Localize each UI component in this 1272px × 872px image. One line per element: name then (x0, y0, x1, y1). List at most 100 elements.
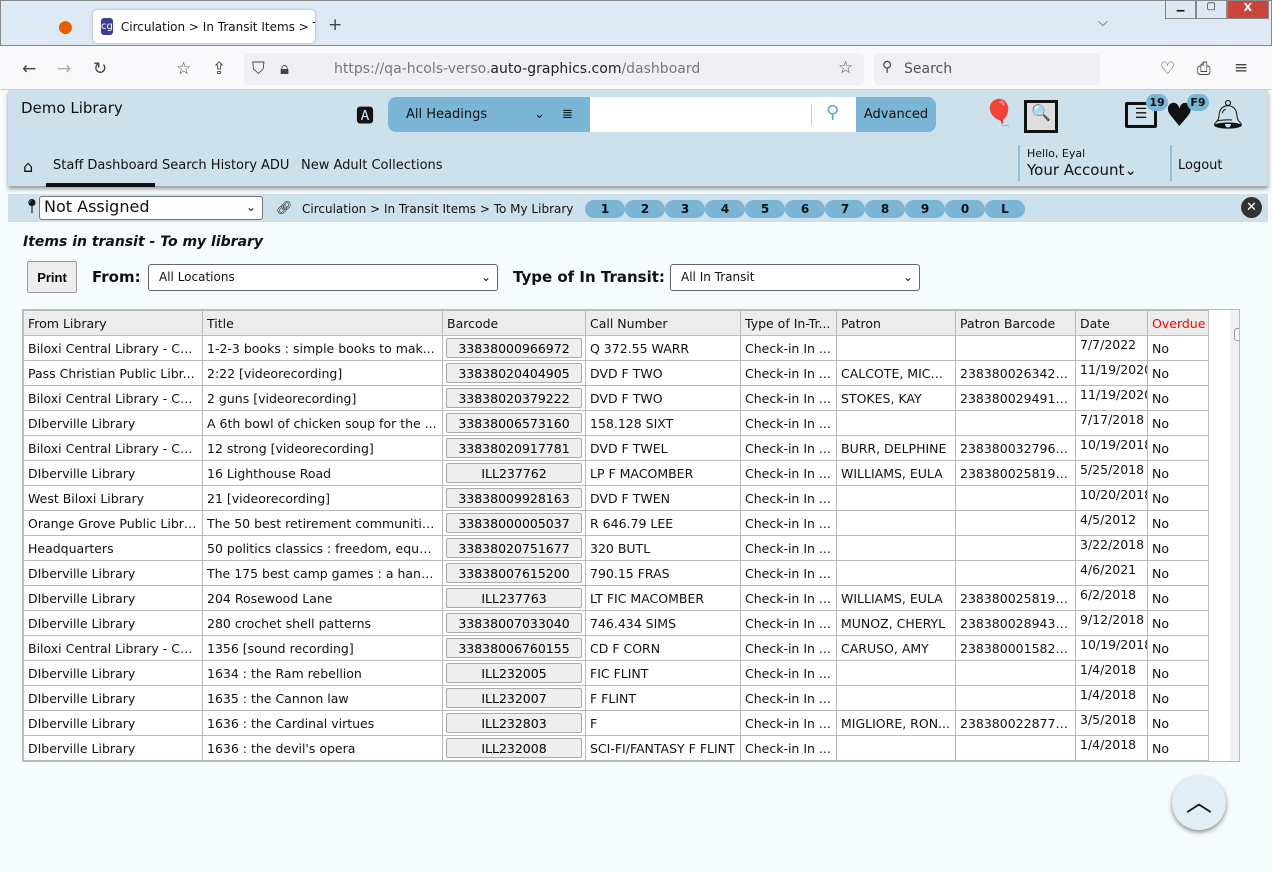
table-row[interactable]: DIberville Library 1634 : the Ram rebelli… (23, 660, 1209, 686)
overdue-cell: No (1147, 360, 1209, 386)
url-bar[interactable]: https://qa-hcols-verso.auto-graphics.com… (244, 53, 864, 85)
star-icon[interactable]: ☆ (838, 58, 853, 78)
quick-key-8[interactable]: 8 (865, 200, 905, 218)
type-select[interactable]: All In Transit ⌄ (670, 264, 920, 291)
table-row[interactable]: DIberville Library 1636 : the Cardinal vi… (23, 710, 1209, 736)
column-header[interactable]: Date (1075, 310, 1148, 336)
table-row[interactable]: DIberville Library The 175 best camp game… (23, 560, 1209, 586)
barcode-button[interactable]: ILL232803 (446, 713, 582, 733)
from-select[interactable]: All Locations ⌄ (148, 264, 498, 291)
forward-icon[interactable]: → (57, 59, 71, 79)
quick-key-1[interactable]: 1 (585, 200, 625, 218)
barcode-button[interactable]: 33838000966972 (446, 338, 582, 358)
tab-list-chevron-icon[interactable]: ⌵ (1098, 15, 1108, 30)
maximize-icon[interactable]: ▢ (1195, 0, 1227, 19)
barcode-button[interactable]: ILL232005 (446, 663, 582, 683)
quick-key-3[interactable]: 3 (665, 200, 705, 218)
quick-key-2[interactable]: 2 (625, 200, 665, 218)
search-icon[interactable]: ⚲ (826, 102, 839, 123)
column-header[interactable]: Patron Barcode (955, 310, 1076, 336)
column-header[interactable]: Type of In-Tr... (740, 310, 837, 336)
barcode-button[interactable]: 33838020917781 (446, 438, 582, 458)
column-header[interactable]: Call Number (585, 310, 741, 336)
barcode-button[interactable]: 33838007033040 (446, 613, 582, 633)
home-icon[interactable]: ⌂ (23, 157, 33, 176)
shield-icon[interactable]: ⛉ (252, 59, 265, 79)
new-tab-icon[interactable]: + (328, 15, 342, 35)
nav-staff-dashboard[interactable]: Staff Dashboard (53, 158, 158, 173)
quick-key-6[interactable]: 6 (785, 200, 825, 218)
nav-search-history[interactable]: Search History (162, 158, 257, 173)
transit-type-cell: Check-in In ... (740, 360, 837, 386)
date-cell: 7/17/2018 (1075, 410, 1148, 436)
barcode-button[interactable]: 33838009928163 (446, 488, 582, 508)
database-icon[interactable]: ≣ (562, 97, 573, 132)
browser-tab[interactable]: cg Circulation > In Transit Items > T ✕ (93, 10, 315, 43)
barcode-button[interactable]: ILL232007 (446, 688, 582, 708)
barcode-button[interactable]: 33838006760155 (446, 638, 582, 658)
location-select[interactable]: Not Assigned ⌄ (39, 196, 263, 220)
quick-key-7[interactable]: 7 (825, 200, 865, 218)
quick-key-5[interactable]: 5 (745, 200, 785, 218)
table-row[interactable]: Biloxi Central Library - Ch... 1-2-3 book… (23, 335, 1209, 361)
table-row[interactable]: DIberville Library 16 Lighthouse Road ILL2… (23, 460, 1209, 486)
table-row[interactable]: DIberville Library 1635 : the Cannon law I… (23, 685, 1209, 711)
column-header[interactable]: Overdue (1147, 310, 1209, 336)
column-header[interactable]: Title (202, 310, 443, 336)
barcode-button[interactable]: 33838020379222 (446, 388, 582, 408)
barcode-button[interactable]: ILL237762 (446, 463, 582, 483)
print-button[interactable]: Print (27, 261, 77, 293)
pocket-icon[interactable]: ♡ (1160, 59, 1175, 79)
barcode-button[interactable]: ILL232008 (446, 738, 582, 758)
column-header[interactable]: Barcode (442, 310, 586, 336)
barcode-button[interactable]: ILL237763 (446, 588, 582, 608)
table-row[interactable]: DIberville Library A 6th bowl of chicken … (23, 410, 1209, 436)
catalog-search-input[interactable] (590, 97, 856, 132)
heading-select[interactable]: All Headings ⌄ ≣ (388, 97, 590, 132)
close-icon[interactable]: ✕ (1241, 197, 1262, 218)
browser-search-input[interactable]: Search (874, 53, 1100, 85)
table-row[interactable]: DIberville Library 204 Rosewood Lane ILL23… (23, 585, 1209, 611)
barcode-button[interactable]: 33838006573160 (446, 413, 582, 433)
bell-icon[interactable]: 🔔︎ (1210, 98, 1246, 131)
scroll-to-top-button[interactable]: ︿ (1172, 776, 1226, 830)
menu-icon[interactable]: ≡ (1234, 58, 1248, 78)
share-icon[interactable]: ⇪ (212, 59, 226, 79)
search-stacks-icon[interactable]: 🔍 (1024, 100, 1058, 133)
table-row[interactable]: DIberville Library 1636 : the devil's ope… (23, 735, 1209, 761)
barcode-button[interactable]: 33838020404905 (446, 363, 582, 383)
table-row[interactable]: West Biloxi Library 21 [videorecording] 33… (23, 485, 1209, 511)
advanced-search-button[interactable]: Advanced (856, 97, 936, 132)
language-icon[interactable]: 🅰 (356, 102, 374, 128)
print-icon[interactable]: ⎙ (1197, 59, 1211, 79)
table-row[interactable]: Biloxi Central Library - Ch... 1356 [soun… (23, 635, 1209, 661)
quick-key-0[interactable]: 0 (945, 200, 985, 218)
table-row[interactable]: Orange Grove Public Libra... The 50 best … (23, 510, 1209, 536)
scroll-thumb[interactable] (1234, 328, 1239, 341)
quick-key-L[interactable]: L (985, 200, 1025, 218)
lock-icon[interactable]: 🔒︎ (280, 59, 289, 79)
back-icon[interactable]: ← (22, 59, 36, 79)
table-row[interactable]: Headquarters 50 politics classics : freed… (23, 535, 1209, 561)
barcode-button[interactable]: 33838000005037 (446, 513, 582, 533)
quick-key-4[interactable]: 4 (705, 200, 745, 218)
table-row[interactable]: Pass Christian Public Libr... 2:22 [video… (23, 360, 1209, 386)
window-close-icon[interactable]: X (1226, 0, 1270, 19)
barcode-button[interactable]: 33838020751677 (446, 538, 582, 558)
column-header[interactable]: Patron (836, 310, 956, 336)
quick-key-9[interactable]: 9 (905, 200, 945, 218)
reload-icon[interactable]: ↻ (93, 59, 107, 79)
balloon-icon[interactable]: 🎈 (983, 99, 1015, 129)
bookmark-page-icon[interactable]: ☆ (176, 59, 191, 79)
barcode-button[interactable]: 33838007615200 (446, 563, 582, 583)
nav-adu[interactable]: ADU (261, 158, 289, 173)
logout-link[interactable]: Logout (1178, 158, 1223, 173)
table-scrollbar[interactable]: ▲ ▼ (1230, 310, 1239, 761)
your-account-menu[interactable]: Your Account⌄ (1027, 161, 1137, 179)
nav-new-adult-collections[interactable]: New Adult Collections (301, 158, 443, 173)
minimize-icon[interactable]: ▁ (1165, 0, 1196, 19)
table-row[interactable]: Biloxi Central Library - Ch... 12 strong … (23, 435, 1209, 461)
table-row[interactable]: Biloxi Central Library - Ch... 2 guns [vi… (23, 385, 1209, 411)
table-row[interactable]: DIberville Library 280 crochet shell patt… (23, 610, 1209, 636)
column-header[interactable]: From Library (23, 310, 203, 336)
